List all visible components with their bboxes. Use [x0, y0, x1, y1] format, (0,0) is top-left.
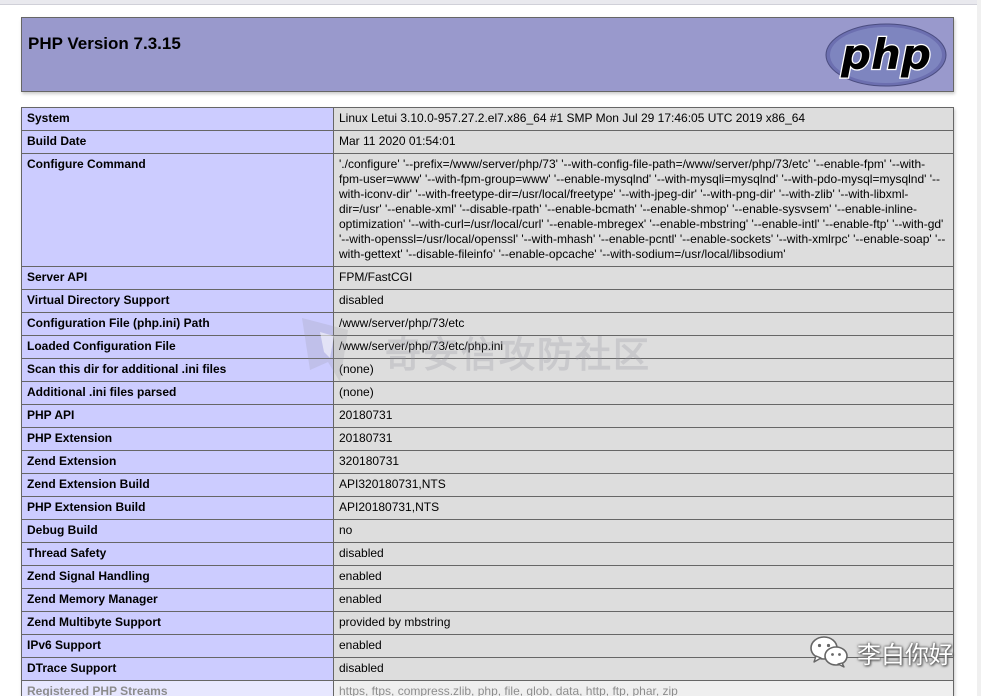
- row-value: (none): [333, 358, 954, 382]
- php-info-table: System Linux Letui 3.10.0-957.27.2.el7.x8…: [21, 107, 954, 696]
- table-row: Zend Extension 320180731: [21, 450, 954, 474]
- row-key: Registered PHP Streams: [21, 680, 334, 696]
- row-key: Virtual Directory Support: [21, 289, 334, 313]
- table-row: PHP Extension Build API20180731,NTS: [21, 496, 954, 520]
- window-scrollbar[interactable]: [977, 0, 981, 696]
- browser-top-edge: [0, 0, 981, 5]
- row-key: Loaded Configuration File: [21, 335, 334, 359]
- row-value: Mar 11 2020 01:54:01: [333, 130, 954, 154]
- row-value: FPM/FastCGI: [333, 266, 954, 290]
- wechat-account-badge: 李白你好: [809, 632, 953, 672]
- row-value: https, ftps, compress.zlib, php, file, g…: [333, 680, 954, 696]
- wechat-account-name: 李白你好: [857, 640, 953, 669]
- row-value: (none): [333, 381, 954, 405]
- row-key: IPv6 Support: [21, 634, 334, 658]
- phpinfo-page: PHP Version 7.3.15 php System Linux Letui…: [0, 0, 981, 696]
- row-value: 20180731: [333, 404, 954, 428]
- php-info-table-body: System Linux Letui 3.10.0-957.27.2.el7.x8…: [21, 107, 954, 696]
- row-key: Configure Command: [21, 153, 334, 267]
- table-row: Scan this dir for additional .ini files(…: [21, 358, 954, 382]
- php-logo-icon: php: [825, 23, 947, 87]
- wechat-icon: [810, 636, 848, 668]
- table-row: Debug Build no: [21, 519, 954, 543]
- row-value: API320180731,NTS: [333, 473, 954, 497]
- row-key: Zend Signal Handling: [21, 565, 334, 589]
- row-value: 320180731: [333, 450, 954, 474]
- table-row: Registered PHP Streams https, ftps, compr…: [21, 680, 954, 696]
- table-row: Additional .ini files parsed (none): [21, 381, 954, 405]
- row-value: Linux Letui 3.10.0-957.27.2.el7.x86_64 #…: [333, 107, 954, 131]
- row-key: PHP Extension Build: [21, 496, 334, 520]
- row-key: Zend Memory Manager: [21, 588, 334, 612]
- row-key: Zend Extension Build: [21, 473, 334, 497]
- php-version-header: PHP Version 7.3.15 php: [21, 17, 954, 92]
- row-key: Zend Extension: [21, 450, 334, 474]
- table-row: Loaded Configuration File/www/server/php…: [21, 335, 954, 359]
- row-key: DTrace Support: [21, 657, 334, 681]
- table-row: Build Date Mar 11 2020 01:54:01: [21, 130, 954, 154]
- row-key: PHP API: [21, 404, 334, 428]
- row-value: 20180731: [333, 427, 954, 451]
- table-row: PHP API 20180731: [21, 404, 954, 428]
- row-key: Additional .ini files parsed: [21, 381, 334, 405]
- row-value: API20180731,NTS: [333, 496, 954, 520]
- table-row: Configure Command './configure' '--prefix…: [21, 153, 954, 267]
- row-value: disabled: [333, 289, 954, 313]
- table-row: Thread Safety disabled: [21, 542, 954, 566]
- row-value: /www/server/php/73/etc: [333, 312, 954, 336]
- row-key: Scan this dir for additional .ini files: [21, 358, 334, 382]
- row-key: Configuration File (php.ini) Path: [21, 312, 334, 336]
- page-title: PHP Version 7.3.15: [28, 34, 181, 53]
- table-row: System Linux Letui 3.10.0-957.27.2.el7.x8…: [21, 107, 954, 131]
- table-row: Zend Memory Manager enabled: [21, 588, 954, 612]
- row-value: /www/server/php/73/etc/php.ini: [333, 335, 954, 359]
- row-key: Zend Multibyte Support: [21, 611, 334, 635]
- row-key: Debug Build: [21, 519, 334, 543]
- row-key: PHP Extension: [21, 427, 334, 451]
- row-value: enabled: [333, 588, 954, 612]
- row-value: './configure' '--prefix=/www/server/php/…: [333, 153, 954, 267]
- php-logo-text: php: [840, 30, 931, 79]
- row-value: disabled: [333, 542, 954, 566]
- row-key: Build Date: [21, 130, 334, 154]
- table-row: Zend Signal Handling enabled: [21, 565, 954, 589]
- table-row: Virtual Directory Support disabled: [21, 289, 954, 313]
- table-row: Configuration File (php.ini) Path/www/se…: [21, 312, 954, 336]
- row-key: Server API: [21, 266, 334, 290]
- table-row: Server API FPM/FastCGI: [21, 266, 954, 290]
- table-row: Zend Extension Build API320180731,NTS: [21, 473, 954, 497]
- row-value: enabled: [333, 565, 954, 589]
- row-key: System: [21, 107, 334, 131]
- row-key: Thread Safety: [21, 542, 334, 566]
- row-value: no: [333, 519, 954, 543]
- table-row: PHP Extension 20180731: [21, 427, 954, 451]
